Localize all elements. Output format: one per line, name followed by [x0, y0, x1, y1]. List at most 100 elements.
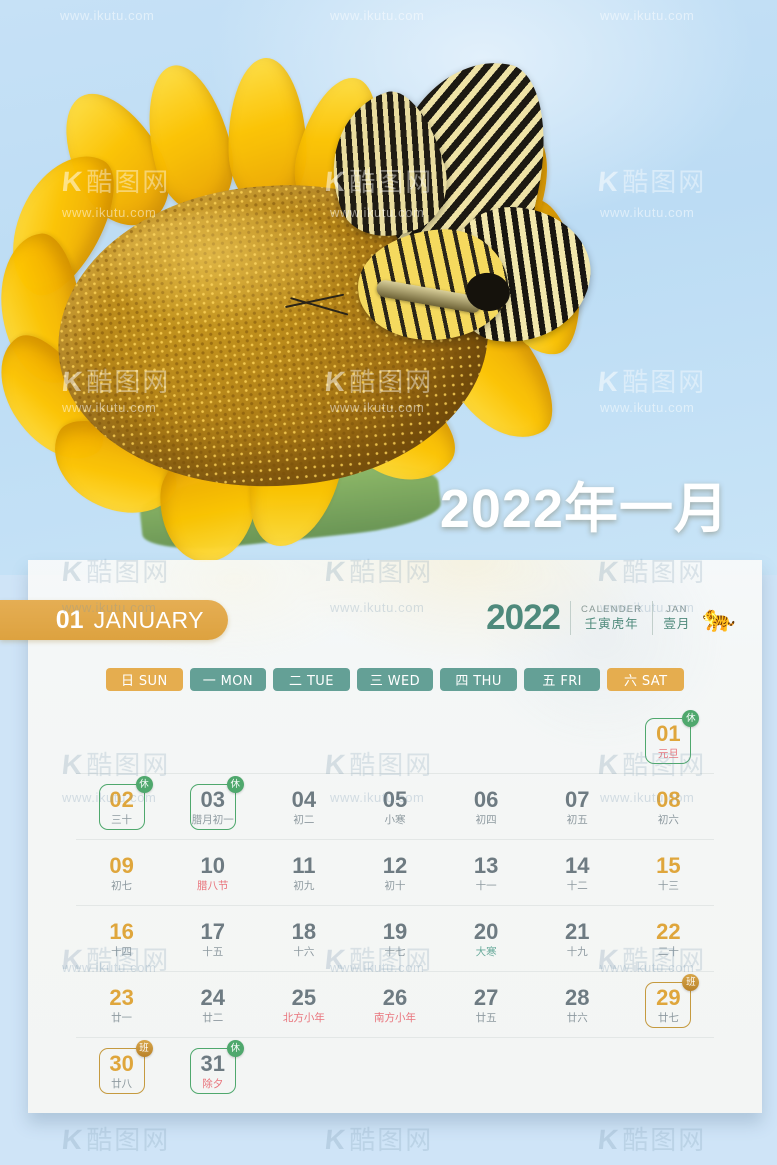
calendar-cell-empty — [258, 708, 349, 773]
calendar-day-26[interactable]: 26 南方小年 — [349, 972, 440, 1037]
lunar-label: 北方小年 — [282, 1011, 325, 1024]
lunar-label: 南方小年 — [373, 1011, 416, 1024]
divider — [652, 601, 654, 635]
calendar-day-28[interactable]: 28 廿六 — [532, 972, 623, 1037]
calendar-day-02[interactable]: 休 02 三十 — [76, 774, 167, 839]
day-number: 03 — [200, 786, 225, 812]
calendar-day-24[interactable]: 24 廿二 — [167, 972, 258, 1037]
tiger-icon: 🐅 — [702, 602, 736, 633]
rest-badge: 休 — [682, 709, 700, 727]
calendar-cell-empty — [441, 1038, 532, 1103]
calendar-day-10[interactable]: 10 腊八节 — [167, 840, 258, 905]
lunar-label: 二十 — [657, 945, 679, 958]
calendar-day-06[interactable]: 06 初四 — [441, 774, 532, 839]
day-number: 09 — [109, 852, 134, 878]
lunar-label: 十六 — [293, 945, 315, 958]
day-number: 10 — [200, 852, 225, 878]
rest-badge: 休 — [226, 775, 244, 793]
butterfly — [285, 44, 597, 350]
calendar-day-09[interactable]: 09 初七 — [76, 840, 167, 905]
day-number: 23 — [109, 984, 134, 1010]
year-label: 2022 — [486, 598, 561, 637]
day-number: 05 — [382, 786, 408, 812]
rest-badge: 休 — [226, 1039, 244, 1057]
calendar-day-23[interactable]: 23 廿一 — [76, 972, 167, 1037]
lunar-label: 十五 — [202, 945, 224, 958]
month-label-block: JAN 壹月 — [663, 604, 690, 632]
calendar-cell-empty — [167, 708, 258, 773]
day-number: 31 — [200, 1050, 225, 1076]
calendar-day-08[interactable]: 08 初六 — [623, 774, 714, 839]
calendar-day-04[interactable]: 04 初二 — [258, 774, 349, 839]
lunar-label: 十二 — [566, 879, 588, 892]
calendar-day-21[interactable]: 21 十九 — [532, 906, 623, 971]
lunar-label: 廿六 — [566, 1011, 588, 1024]
weekday-header-3[interactable]: 三 WED — [356, 668, 434, 691]
lunar-label: 初四 — [475, 813, 497, 826]
weekday-header-1[interactable]: 一 MON — [189, 668, 267, 691]
lunar-label: 廿七 — [657, 1011, 679, 1024]
weekday-header-4[interactable]: 四 THU — [440, 668, 517, 691]
lunar-label: 十一 — [475, 879, 497, 892]
lunar-label: 廿八 — [111, 1077, 133, 1090]
calendar-cell-empty — [349, 1038, 440, 1103]
calendar-day-29[interactable]: 班 29 廿七 — [623, 972, 714, 1037]
day-number: 08 — [656, 786, 681, 812]
calendar-day-31[interactable]: 休 31 除夕 — [167, 1038, 258, 1103]
lunar-label: 十九 — [566, 945, 588, 958]
day-number: 12 — [382, 852, 408, 878]
calendar-day-16[interactable]: 16 十四 — [76, 906, 167, 971]
day-number: 30 — [109, 1050, 134, 1076]
weekday-header-5[interactable]: 五 FRI — [523, 668, 601, 691]
calendar-cell-empty — [258, 1038, 349, 1103]
day-number: 19 — [382, 918, 408, 944]
lunar-label: 小寒 — [384, 813, 406, 826]
day-number: 27 — [473, 984, 499, 1010]
lunar-label: 十三 — [657, 879, 679, 892]
weekday-header-0[interactable]: 日 SUN — [106, 668, 183, 691]
lunar-year-block: CALENDER 壬寅虎年 — [581, 604, 642, 632]
calendar-day-30[interactable]: 班 30 廿八 — [76, 1038, 167, 1103]
calendar-day-07[interactable]: 07 初五 — [532, 774, 623, 839]
calendar-day-22[interactable]: 22 二十 — [623, 906, 714, 971]
calendar-day-19[interactable]: 19 十七 — [349, 906, 440, 971]
calendar-cell-empty — [349, 708, 440, 773]
calendar-day-17[interactable]: 17 十五 — [167, 906, 258, 971]
work-badge: 班 — [135, 1039, 153, 1057]
calendar-day-11[interactable]: 11 初九 — [258, 840, 349, 905]
day-number: 13 — [473, 852, 499, 878]
lunar-label: 廿二 — [202, 1011, 224, 1024]
day-number: 17 — [200, 918, 225, 944]
day-number: 18 — [291, 918, 317, 944]
calendar-day-20[interactable]: 20 大寒 — [441, 906, 532, 971]
lunar-label: 初二 — [293, 813, 315, 826]
calendar-day-18[interactable]: 18 十六 — [258, 906, 349, 971]
calendar-day-27[interactable]: 27 廿五 — [441, 972, 532, 1037]
weekday-header-2[interactable]: 二 TUE — [273, 668, 350, 691]
weekday-header-row: 日 SUN 一 MON 二 TUE 三 WED 四 THU 五 FRI 六 SAT — [106, 668, 684, 691]
calendar-day-12[interactable]: 12 初十 — [349, 840, 440, 905]
calendar-grid: 休 01 元旦休 02 三十休 03 腊月初一 04 初二 05 小寒 06 初四 07 初五 08 初六 09 初… — [76, 708, 714, 1103]
watermark-logo-text: 酷图网 — [349, 1126, 434, 1156]
calendar-day-05[interactable]: 05 小寒 — [349, 774, 440, 839]
weekday-header-6[interactable]: 六 SAT — [607, 668, 684, 691]
lunar-label: 腊八节 — [196, 879, 229, 892]
day-number: 22 — [656, 918, 681, 944]
calendar-cell-empty — [532, 1038, 623, 1103]
calendar-day-14[interactable]: 14 十二 — [532, 840, 623, 905]
page-title: 2022年一月 — [439, 479, 729, 539]
calendar-day-13[interactable]: 13 十一 — [441, 840, 532, 905]
day-number: 26 — [382, 984, 408, 1010]
lunar-label: 廿五 — [475, 1011, 497, 1024]
calendar-label-cn: 壬寅虎年 — [584, 616, 639, 632]
calendar-day-15[interactable]: 15 十三 — [623, 840, 714, 905]
day-number: 15 — [656, 852, 681, 878]
month-name: JANUARY — [93, 606, 204, 633]
watermark-logo-text: 酷图网 — [86, 1126, 171, 1156]
calendar-day-25[interactable]: 25 北方小年 — [258, 972, 349, 1037]
calendar-day-01[interactable]: 休 01 元旦 — [623, 708, 714, 773]
month-number: 01 — [55, 605, 84, 634]
lunar-label: 十七 — [384, 945, 406, 958]
month-tab[interactable]: 01 JANUARY — [0, 600, 228, 640]
calendar-day-03[interactable]: 休 03 腊月初一 — [167, 774, 258, 839]
